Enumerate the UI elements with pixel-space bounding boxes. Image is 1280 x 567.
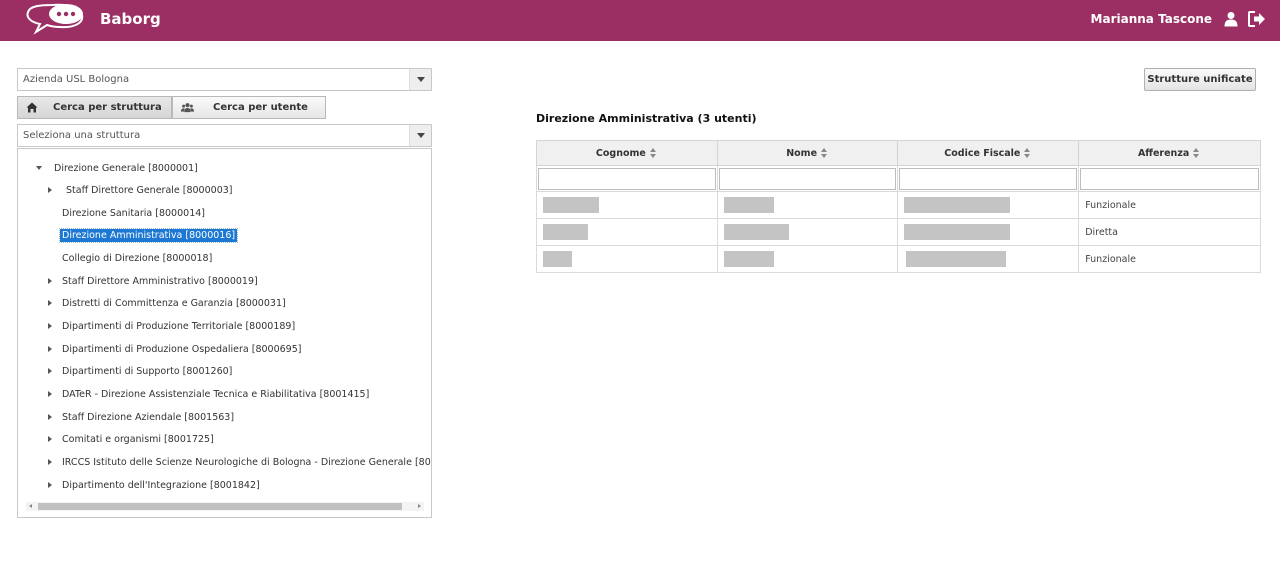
struttura-select-placeholder: Seleziona una struttura <box>23 130 141 141</box>
azienda-select-value: Azienda USL Bologna <box>23 74 130 85</box>
caret-right-icon[interactable] <box>48 414 52 420</box>
azienda-select[interactable]: Azienda USL Bologna <box>17 68 432 91</box>
afferenza-cell: Funzionale <box>1078 191 1261 219</box>
codice-fiscale-filter-input[interactable] <box>899 167 1078 190</box>
column-header-nome[interactable]: Nome <box>716 140 899 166</box>
tree-node-label[interactable]: Dipartimento dell'Integrazione [8001842] <box>60 479 262 492</box>
tree-node-label[interactable]: Staff Direttore Generale [8000003] <box>64 184 235 197</box>
tree-node-label[interactable]: Staff Direzione Aziendale [8001563] <box>60 411 236 424</box>
struttura-select[interactable]: Seleziona una struttura <box>17 124 432 147</box>
column-label: Codice Fiscale <box>944 147 1021 159</box>
column-header-afferenza[interactable]: Afferenza <box>1078 140 1261 166</box>
caret-right-icon[interactable] <box>48 346 52 352</box>
chevron-down-icon[interactable] <box>409 125 431 146</box>
caret-right-icon[interactable] <box>48 368 52 374</box>
tree-node-label[interactable]: Staff Direttore Amministrativo [8000019] <box>60 275 260 288</box>
column-header-cognome[interactable]: Cognome <box>536 140 718 166</box>
chevron-down-icon[interactable] <box>409 69 431 90</box>
chat-bubbles-logo-icon[interactable] <box>22 2 88 40</box>
scrollbar-thumb[interactable] <box>38 503 402 510</box>
redacted-value <box>543 197 599 213</box>
tab-label: Cerca per struttura <box>53 102 162 113</box>
sort-icon[interactable] <box>821 148 829 158</box>
cognome-cell <box>536 245 718 273</box>
redacted-value <box>543 251 572 267</box>
afferenza-filter-input[interactable] <box>1080 167 1259 190</box>
caret-right-icon[interactable] <box>48 482 52 488</box>
home-icon <box>26 102 38 113</box>
caret-right-icon[interactable] <box>48 323 52 329</box>
section-title: Direzione Amministrativa (3 utenti) <box>536 112 757 125</box>
app-title[interactable]: Baborg <box>100 10 161 28</box>
users-table: Cognome Nome Codice Fiscale Afferenza Fu… <box>536 140 1261 273</box>
user-icon[interactable] <box>1224 11 1238 27</box>
strutture-unificate-button[interactable]: Strutture unificate <box>1144 68 1256 91</box>
codice-fiscale-cell <box>897 191 1080 219</box>
logout-icon[interactable] <box>1248 11 1266 27</box>
codice-fiscale-cell <box>897 245 1080 273</box>
redacted-value <box>906 251 1007 267</box>
cognome-filter-input[interactable] <box>538 167 716 190</box>
nome-cell <box>716 245 899 273</box>
redacted-value <box>904 224 1011 240</box>
filter-cell <box>897 165 1080 192</box>
tree-node-label[interactable]: IRCCS Istituto delle Scienze Neurologich… <box>60 456 431 469</box>
tree-node-label[interactable]: Distretti di Committenza e Garanzia [800… <box>60 297 288 310</box>
caret-right-icon[interactable] <box>48 391 52 397</box>
caret-right-icon[interactable] <box>48 436 52 442</box>
tree-node-label[interactable]: Comitati e organismi [8001725] <box>60 433 216 446</box>
user-name[interactable]: Marianna Tascone <box>1091 12 1212 26</box>
filter-row <box>536 165 1261 192</box>
caret-right-icon[interactable] <box>48 187 52 193</box>
redacted-value <box>904 197 1011 213</box>
cognome-cell <box>536 218 718 246</box>
redacted-value <box>723 224 789 240</box>
users-icon <box>181 103 194 113</box>
afferenza-cell: Diretta <box>1078 218 1261 246</box>
tab-cerca-per-struttura[interactable]: Cerca per struttura <box>17 96 172 119</box>
nome-cell <box>716 191 899 219</box>
filter-cell <box>716 165 899 192</box>
tree-node-label[interactable]: Dipartimenti di Produzione Territoriale … <box>60 320 297 333</box>
tree-node-label[interactable]: Direzione Amministrativa [8000016] <box>58 228 239 243</box>
redacted-value <box>543 224 588 240</box>
redacted-value <box>723 197 774 213</box>
tree-node-label[interactable]: Collegio di Direzione [8000018] <box>60 252 214 265</box>
filter-cell <box>1078 165 1261 192</box>
caret-right-icon[interactable] <box>48 300 52 306</box>
caret-right-icon[interactable] <box>48 459 52 465</box>
structure-tree: Direzione Generale [8000001] Staff Diret… <box>17 148 432 518</box>
filter-cell <box>536 165 718 192</box>
caret-down-icon[interactable] <box>36 166 42 170</box>
scroll-right-icon[interactable] <box>418 504 421 508</box>
sort-icon[interactable] <box>1193 148 1201 158</box>
cognome-cell <box>536 191 718 219</box>
caret-right-icon[interactable] <box>48 278 52 284</box>
afferenza-cell: Funzionale <box>1078 245 1261 273</box>
column-header-codice-fiscale[interactable]: Codice Fiscale <box>897 140 1080 166</box>
nome-filter-input[interactable] <box>718 167 897 190</box>
top-bar: Baborg Marianna Tascone <box>0 0 1280 41</box>
nome-cell <box>716 218 899 246</box>
tree-node-label[interactable]: Dipartimenti di Produzione Ospedaliera [… <box>60 343 303 356</box>
redacted-value <box>723 251 774 267</box>
sort-icon[interactable] <box>1024 148 1032 158</box>
table-row[interactable]: Funzionale <box>536 191 1261 219</box>
tree-node-label[interactable]: Dipartimenti di Supporto [8001260] <box>60 365 234 378</box>
sort-icon[interactable] <box>649 148 658 158</box>
tree-node-label[interactable]: Direzione Generale [8000001] <box>52 162 200 175</box>
table-row[interactable]: Diretta <box>536 218 1261 246</box>
horizontal-scrollbar[interactable] <box>26 502 424 511</box>
tab-cerca-per-utente[interactable]: Cerca per utente <box>172 96 326 119</box>
tab-label: Cerca per utente <box>213 102 308 113</box>
scroll-left-icon[interactable] <box>29 504 32 508</box>
tree-node-label[interactable]: Direzione Sanitaria [8000014] <box>60 207 207 220</box>
column-label: Cognome <box>595 147 646 159</box>
column-label: Nome <box>786 147 818 159</box>
tree-node-label[interactable]: DATeR - Direzione Assistenziale Tecnica … <box>60 388 371 401</box>
column-label: Afferenza <box>1137 147 1190 159</box>
codice-fiscale-cell <box>897 218 1080 246</box>
table-row[interactable]: Funzionale <box>536 245 1261 273</box>
